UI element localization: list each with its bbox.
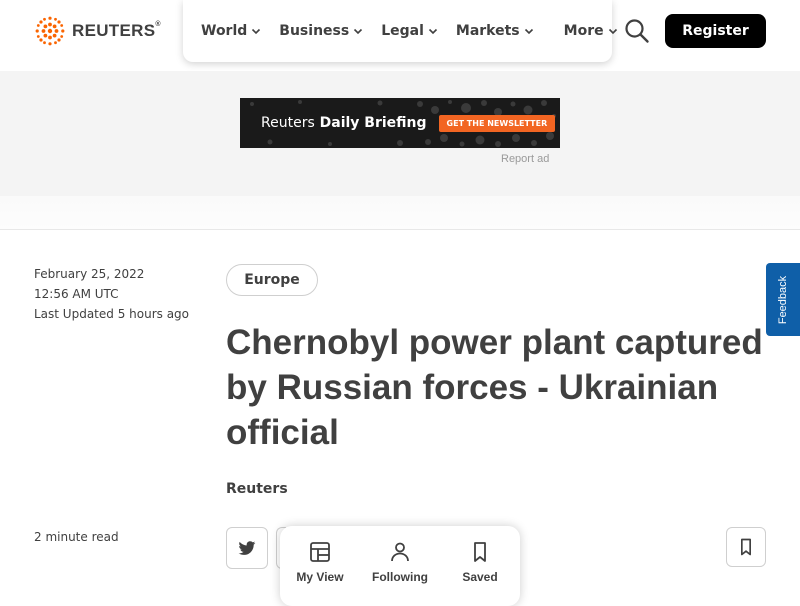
bottom-nav-label: Saved [462,570,498,584]
nav-item-label: Business [279,23,350,39]
nav-item-business[interactable]: Business [270,0,372,62]
report-ad-link[interactable]: Report ad [501,153,549,165]
ad-banner-area: Reuters Daily Briefing GET THE NEWSLETTE… [0,71,800,196]
save-article-button[interactable] [726,527,766,567]
nav-item-label: Markets [455,23,520,39]
feedback-label: Feedback [777,275,789,324]
bottom-nav: My View Following Saved [280,526,520,606]
twitter-share-button[interactable] [226,527,268,569]
bottom-nav-label: My View [296,570,344,584]
nav-item-legal[interactable]: Legal [372,0,447,62]
reuters-logo-icon [35,16,65,46]
search-icon[interactable] [624,18,650,44]
article-meta: February 25, 2022 12:56 AM UTC Last Upda… [34,264,189,324]
chevron-down-icon [608,28,617,35]
publish-date: February 25, 2022 [34,267,145,281]
chevron-down-icon [524,28,533,35]
bottom-nav-saved[interactable]: Saved [440,540,520,606]
layout-icon [310,542,330,562]
main-nav: World Business Legal Markets More [183,0,617,62]
nav-item-label: Legal [381,23,424,39]
nav-item-label: World [201,23,248,39]
bottom-nav-label: Following [372,570,428,584]
chevron-down-icon [428,28,437,35]
read-time: 2 minute read [34,530,119,544]
logo-text: REUTERS® [72,21,161,40]
article-headline: Chernobyl power plant captured by Russia… [226,323,763,452]
top-bar: REUTERS® World Business Legal Markets Mo… [0,0,800,71]
chevron-down-icon [252,28,261,35]
byline[interactable]: Reuters [226,481,288,497]
bookmark-icon [741,538,751,556]
ad-cta-button[interactable]: GET THE NEWSLETTER [438,114,556,132]
twitter-icon [238,541,256,555]
newsletter-ad[interactable]: Reuters Daily Briefing GET THE NEWSLETTE… [240,98,560,148]
bottom-nav-following[interactable]: Following [360,540,440,606]
topic-pill[interactable]: Europe [226,264,318,296]
register-button[interactable]: Register [665,14,766,48]
chevron-down-icon [354,28,363,35]
feedback-tab[interactable]: Feedback [766,263,800,336]
nav-item-markets[interactable]: Markets [447,0,543,62]
nav-item-more[interactable]: More [555,0,627,62]
person-icon [391,542,409,562]
bookmark-icon [474,542,486,562]
nav-item-label: More [563,23,604,39]
nav-item-world[interactable]: World [183,0,270,62]
ad-brand: Reuters Daily Briefing [261,115,427,131]
last-updated: Last Updated 5 hours ago [34,307,190,321]
bottom-nav-my-view[interactable]: My View [280,540,360,606]
publish-time: 12:56 AM UTC [34,287,119,301]
reuters-logo[interactable]: REUTERS® [34,15,161,47]
divider-band [0,196,800,230]
